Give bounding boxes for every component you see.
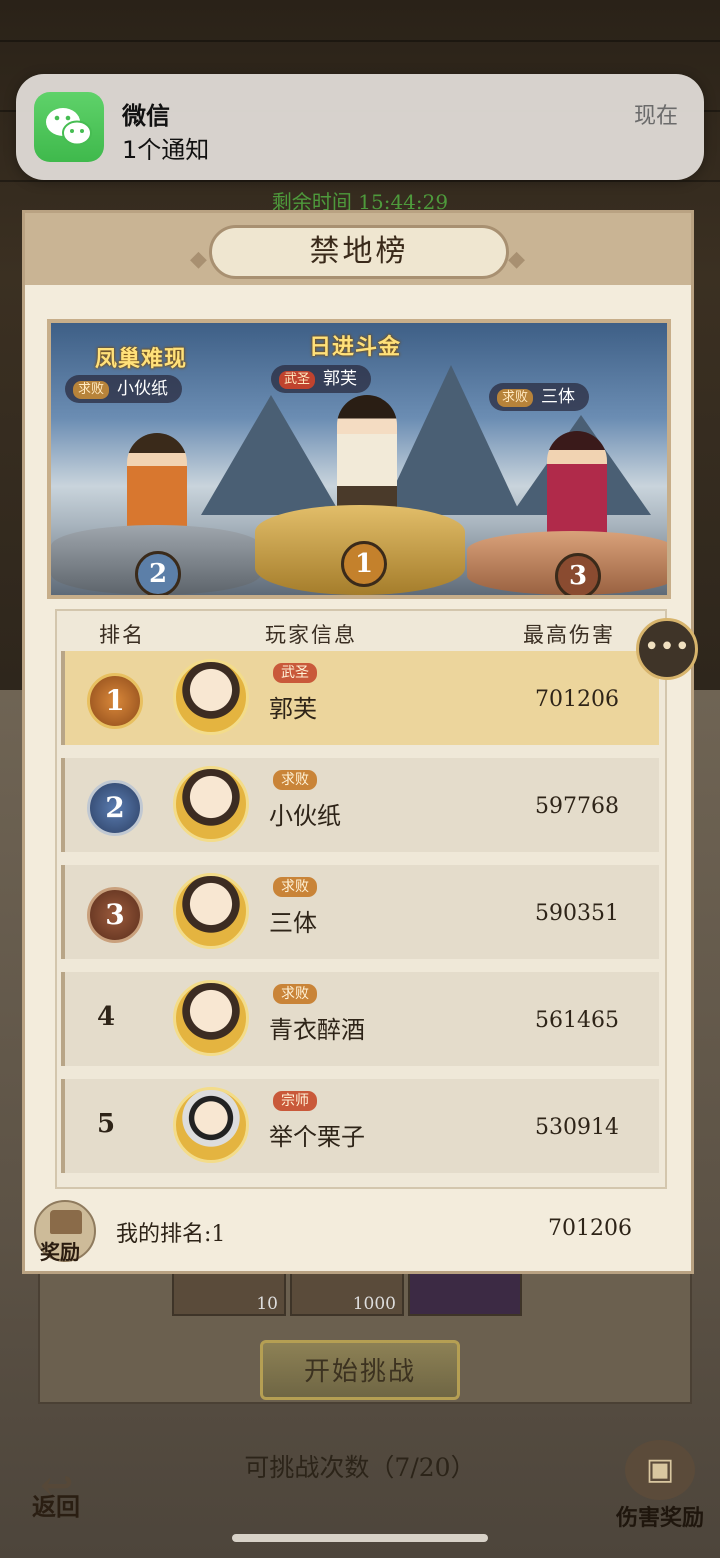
notification-app-name: 微信 <box>122 102 170 130</box>
damage-reward-button[interactable]: ▣ 伤害奖励 <box>608 1440 712 1540</box>
table-row[interactable]: 4 求败 青衣醉酒 561465 <box>61 972 659 1066</box>
podium-banner-center: 日进斗金 <box>309 334 402 360</box>
ranking-table: 排名 玩家信息 最高伤害 1 武圣 郭芙 701206 2 求败 小伙纸 597… <box>55 609 667 1189</box>
bronze-medal-icon: 3 <box>87 887 143 943</box>
item-slot-2[interactable]: 1000 <box>290 1272 404 1316</box>
reward-button[interactable]: 奖励 <box>34 1200 96 1264</box>
notification-body: 1个通知 <box>122 136 210 164</box>
wechat-notification[interactable]: 微信 1个通知 现在 <box>16 74 704 180</box>
player-title-badge: 武圣 <box>273 663 317 683</box>
silver-medal-icon: 2 <box>87 780 143 836</box>
podium-third-title: 求败 <box>497 388 534 407</box>
table-row[interactable]: 2 求败 小伙纸 597768 <box>61 758 659 852</box>
podium-banner-left: 凤巢难现 <box>95 346 188 372</box>
notification-time: 现在 <box>633 104 678 129</box>
wechat-icon <box>34 92 104 162</box>
table-row[interactable]: 5 宗师 举个栗子 530914 <box>61 1079 659 1173</box>
player-name: 青衣醉酒 <box>269 1016 365 1044</box>
podium-rank-2-badge: 2 <box>135 551 181 595</box>
player-damage: 590351 <box>535 901 619 926</box>
table-row[interactable]: 3 求败 三体 590351 <box>61 865 659 959</box>
player-damage: 561465 <box>535 1008 619 1033</box>
header-max-damage: 最高伤害 <box>523 623 615 647</box>
podium-third-nameplate[interactable]: 求败 三体 <box>489 383 590 411</box>
player-title-badge: 宗师 <box>273 1091 317 1111</box>
player-damage: 597768 <box>535 794 619 819</box>
damage-reward-label: 伤害奖励 <box>615 1505 704 1531</box>
avatar[interactable] <box>173 873 249 949</box>
mountain-shape <box>201 395 341 515</box>
my-damage: 701206 <box>548 1216 632 1241</box>
player-title-badge: 求败 <box>273 877 317 897</box>
reward-label: 奖励 <box>40 1240 80 1264</box>
podium-rank-3-badge: 3 <box>555 553 601 595</box>
item-slot-3[interactable] <box>408 1272 522 1316</box>
back-arrow-icon: ↩ <box>40 1462 74 1509</box>
header-player-info: 玩家信息 <box>265 623 357 647</box>
chat-bubble-icon[interactable]: ••• <box>636 618 698 680</box>
rank-number: 4 <box>97 1002 116 1032</box>
avatar[interactable] <box>173 1087 249 1163</box>
header-rank: 排名 <box>99 623 145 647</box>
chest-icon: ▣ <box>625 1440 695 1500</box>
player-name: 郭芙 <box>269 695 317 723</box>
podium-scene: 凤巢难现 日进斗金 求败 小伙纸 武圣 郭芙 求败 三体 2 1 3 <box>47 319 671 599</box>
podium-third-name: 三体 <box>541 387 576 407</box>
leaderboard-panel: 禁地榜 凤巢难现 日进斗金 求败小伙纸 武圣郭芙 求败三体 2 1 3 排名 玩… <box>22 210 694 1274</box>
panel-title: 禁地榜 <box>190 225 528 284</box>
back-button[interactable]: ↩ 返回 <box>20 1462 92 1532</box>
player-name: 三体 <box>269 909 317 937</box>
podium-rank-1-badge: 1 <box>341 541 387 587</box>
podium-second-name: 小伙纸 <box>117 379 169 399</box>
podium-first-name: 郭芙 <box>323 369 358 389</box>
player-name: 小伙纸 <box>269 802 341 830</box>
rank-number: 5 <box>97 1109 116 1139</box>
avatar[interactable] <box>173 980 249 1056</box>
avatar[interactable] <box>173 659 249 735</box>
player-damage: 530914 <box>535 1115 619 1140</box>
panel-header: 禁地榜 <box>25 213 691 285</box>
player-title-badge: 求败 <box>273 984 317 1004</box>
podium-first-nameplate[interactable]: 武圣 郭芙 <box>271 365 372 393</box>
my-rank: 我的排名:1 <box>116 1222 226 1247</box>
start-challenge-button[interactable]: 开始挑战 <box>260 1340 460 1400</box>
player-title-badge: 求败 <box>273 770 317 790</box>
chest-icon <box>50 1210 82 1234</box>
podium-second-title: 求败 <box>73 380 110 399</box>
gold-medal-icon: 1 <box>87 673 143 729</box>
item-slot-1[interactable]: 10 <box>172 1272 286 1316</box>
player-damage: 701206 <box>535 687 619 712</box>
podium-second-nameplate[interactable]: 求败 小伙纸 <box>65 375 183 403</box>
player-name: 举个栗子 <box>269 1123 365 1151</box>
avatar[interactable] <box>173 766 249 842</box>
table-row[interactable]: 1 武圣 郭芙 701206 <box>61 651 659 745</box>
home-indicator[interactable] <box>232 1534 488 1542</box>
podium-first-title: 武圣 <box>279 370 316 389</box>
